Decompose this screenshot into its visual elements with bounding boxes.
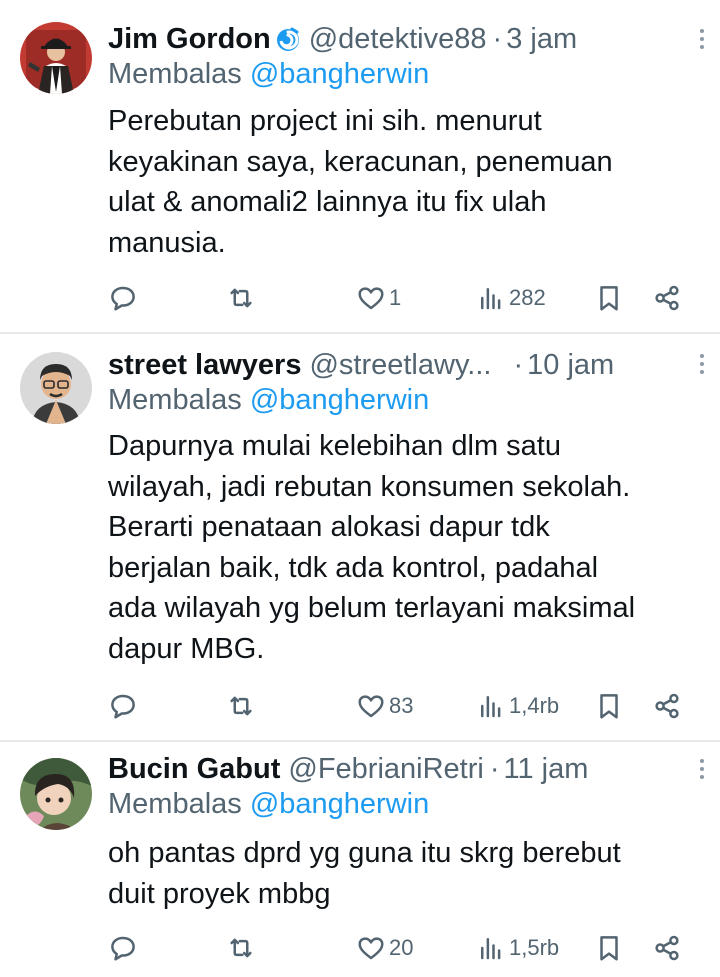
share-icon bbox=[655, 693, 679, 719]
more-vertical-icon[interactable] bbox=[692, 349, 712, 379]
retweet-icon bbox=[230, 938, 252, 958]
tweet-text-line: duit proyek mbbg bbox=[108, 877, 331, 910]
like-button[interactable]: 1 bbox=[356, 278, 401, 318]
tweet-text-line: manusia. bbox=[108, 226, 226, 259]
bookmark-button[interactable] bbox=[594, 928, 624, 968]
tweet-text-line: Perebutan project ini sih. menurut bbox=[108, 105, 542, 137]
separator-dot: · bbox=[489, 752, 500, 785]
analytics-icon bbox=[481, 288, 501, 310]
user-handle[interactable]: @FebrianiRetri bbox=[288, 753, 483, 786]
tweet-text-line: dapur MBG. bbox=[108, 632, 265, 665]
timestamp[interactable]: 11 jam bbox=[504, 753, 589, 786]
like-count: 20 bbox=[389, 935, 414, 960]
display-name[interactable]: Jim Gordon bbox=[108, 23, 271, 56]
timestamp[interactable]: 10 jam bbox=[527, 349, 614, 382]
avatar[interactable] bbox=[20, 22, 92, 94]
comment-icon bbox=[111, 936, 135, 961]
share-button[interactable] bbox=[652, 928, 682, 968]
more-vertical-icon[interactable] bbox=[692, 754, 712, 784]
tweet-text-line: berjalan baik, tdk ada kontrol, padahal bbox=[108, 551, 599, 584]
separator-dot: · bbox=[513, 348, 524, 381]
like-button[interactable]: 20 bbox=[356, 928, 413, 968]
views-button[interactable]: 282 bbox=[476, 278, 546, 318]
action-bar: 20 1,5rb bbox=[108, 928, 700, 968]
tweet-text-line: Dapurnya mulai kelebihan dlm satu bbox=[108, 430, 561, 462]
action-bar: 1 282 bbox=[108, 278, 700, 318]
heart-icon bbox=[358, 287, 384, 310]
bookmark-button[interactable] bbox=[594, 278, 624, 318]
tweet-header: Jim Gordon @detektive88 · 3 jam bbox=[108, 20, 700, 58]
bookmark-icon bbox=[600, 694, 618, 719]
retweet-button[interactable] bbox=[226, 686, 259, 726]
view-count: 1,4rb bbox=[509, 693, 560, 718]
analytics-icon bbox=[481, 696, 501, 718]
like-button[interactable]: 83 bbox=[356, 686, 413, 726]
action-bar: 83 1,4rb bbox=[108, 686, 700, 726]
retweet-button[interactable] bbox=[226, 928, 259, 968]
more-vertical-icon[interactable] bbox=[692, 24, 712, 54]
views-button[interactable]: 1,5rb bbox=[476, 928, 559, 968]
tweet-text: Perebutan project ini sih. menurut keyak… bbox=[108, 101, 696, 263]
heart-icon bbox=[358, 695, 384, 718]
mention-link[interactable]: @bangherwin bbox=[250, 58, 429, 90]
tweet-text: oh pantas dprd yg guna itu skrg berebut … bbox=[108, 833, 696, 914]
views-button[interactable]: 1,4rb bbox=[476, 686, 559, 726]
share-icon bbox=[655, 935, 679, 961]
share-icon bbox=[655, 285, 679, 311]
comment-icon bbox=[111, 286, 135, 311]
tweet-reply[interactable]: Jim Gordon @detektive88 · 3 jam Membalas… bbox=[0, 0, 720, 332]
reply-button[interactable] bbox=[108, 686, 141, 726]
user-handle[interactable]: @streetlawy... bbox=[309, 349, 491, 382]
display-name[interactable]: Bucin Gabut bbox=[108, 753, 280, 786]
reply-button[interactable] bbox=[108, 278, 141, 318]
heart-icon bbox=[358, 937, 384, 960]
reply-button[interactable] bbox=[108, 928, 141, 968]
view-count: 282 bbox=[509, 285, 546, 310]
like-count: 83 bbox=[389, 693, 414, 718]
replying-to: Membalas @bangherwin bbox=[108, 788, 429, 824]
analytics-icon bbox=[481, 938, 501, 960]
view-count: 1,5rb bbox=[509, 935, 560, 960]
bookmark-icon bbox=[600, 286, 618, 311]
tweet-reply[interactable]: Bucin Gabut @FebrianiRetri · 11 jam Memb… bbox=[0, 742, 720, 977]
retweet-button[interactable] bbox=[226, 278, 259, 318]
user-handle[interactable]: @detektive88 bbox=[309, 23, 487, 56]
spiral-badge-icon bbox=[275, 26, 301, 52]
replying-to-label: Membalas bbox=[108, 788, 242, 820]
tweet-text-line: ada wilayah yg belum terlayani maksimal bbox=[108, 592, 636, 624]
timestamp[interactable]: 3 jam bbox=[506, 23, 577, 56]
mention-link[interactable]: @bangherwin bbox=[250, 384, 429, 416]
bookmark-button[interactable] bbox=[594, 686, 624, 726]
replying-to-label: Membalas bbox=[108, 58, 242, 90]
replying-to: Membalas @bangherwin bbox=[108, 384, 429, 420]
tweet-text-line: ulat & anomali2 lainnya itu fix ulah bbox=[108, 186, 547, 218]
tweet-header: Bucin Gabut @FebrianiRetri · 11 jam bbox=[108, 750, 700, 788]
tweet-header: street lawyers @streetlawy... · 10 jam bbox=[108, 346, 700, 384]
tweet-text-line: keyakinan saya, keracunan, penemuan bbox=[108, 145, 613, 178]
retweet-icon bbox=[230, 288, 252, 308]
comment-icon bbox=[111, 694, 135, 719]
bookmark-icon bbox=[600, 936, 618, 961]
tweet-text-line: Berarti penataan alokasi dapur tdk bbox=[108, 511, 550, 543]
tweet-reply[interactable]: street lawyers @streetlawy... · 10 jam M… bbox=[0, 334, 720, 740]
replying-to: Membalas @bangherwin bbox=[108, 58, 429, 94]
tweet-text-line: oh pantas dprd yg guna itu skrg berebut bbox=[108, 837, 621, 869]
avatar[interactable] bbox=[20, 352, 92, 424]
tweet-text-line: wilayah, jadi rebutan konsumen sekolah. bbox=[108, 470, 631, 503]
mention-link[interactable]: @bangherwin bbox=[250, 788, 429, 820]
share-button[interactable] bbox=[652, 686, 682, 726]
retweet-icon bbox=[230, 696, 252, 716]
display-name[interactable]: street lawyers bbox=[108, 349, 301, 382]
like-count: 1 bbox=[389, 285, 402, 310]
replying-to-label: Membalas bbox=[108, 384, 242, 416]
avatar[interactable] bbox=[20, 758, 92, 830]
share-button[interactable] bbox=[652, 278, 682, 318]
separator-dot: · bbox=[492, 22, 503, 55]
tweet-text: Dapurnya mulai kelebihan dlm satu wilaya… bbox=[108, 426, 696, 669]
